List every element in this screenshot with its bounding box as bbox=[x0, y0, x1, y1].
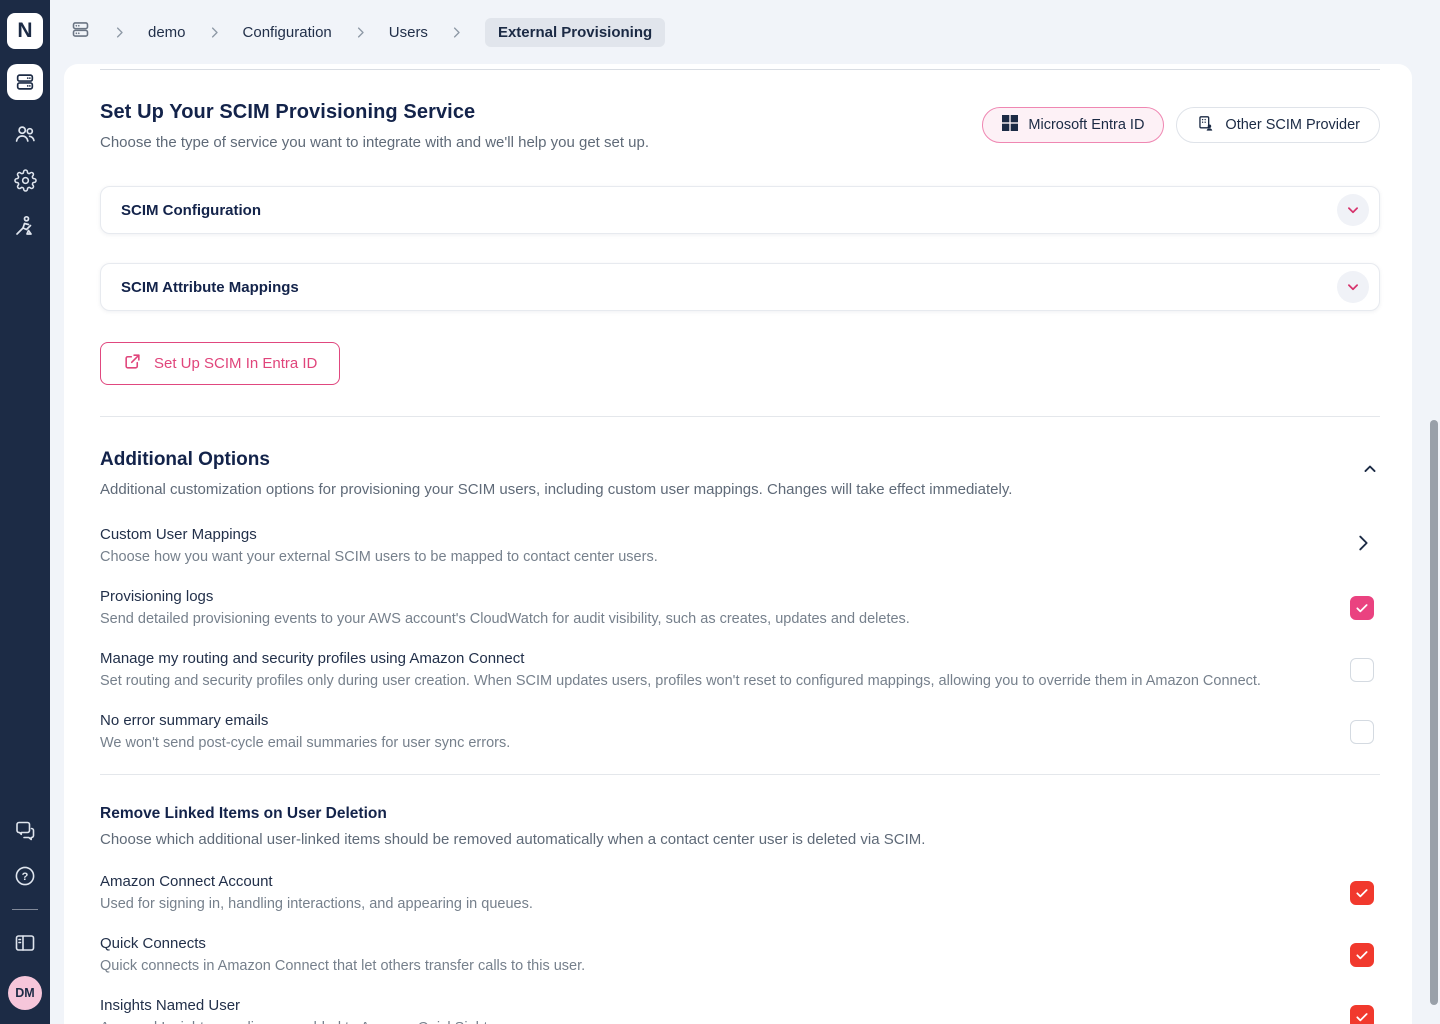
amazon-connect-account-checkbox[interactable] bbox=[1350, 881, 1374, 905]
building-user-icon bbox=[1196, 114, 1215, 137]
option-row-custom-user-mappings[interactable]: Custom User Mappings Choose how you want… bbox=[100, 526, 1380, 565]
provisioning-logs-checkbox[interactable] bbox=[1350, 596, 1374, 620]
option-row-amazon-connect-account: Amazon Connect Account Used for signing … bbox=[100, 873, 1380, 912]
accordion-scim-configuration[interactable]: SCIM Configuration bbox=[100, 186, 1380, 234]
help-icon: ? bbox=[13, 864, 37, 888]
setup-scim-entra-button[interactable]: Set Up SCIM In Entra ID bbox=[100, 342, 340, 385]
section-divider bbox=[100, 774, 1380, 775]
breadcrumb-current-external-provisioning[interactable]: External Provisioning bbox=[485, 18, 665, 47]
option-row-text: Provisioning logs Send detailed provisio… bbox=[100, 588, 910, 627]
top-section-divider bbox=[100, 69, 1380, 70]
breadcrumb-item-demo[interactable]: demo bbox=[148, 24, 186, 41]
chat-icon bbox=[13, 819, 37, 843]
users-icon bbox=[13, 122, 37, 146]
breadcrumb-item-users[interactable]: Users bbox=[389, 24, 428, 41]
provider-toggle-group: Microsoft Entra ID Other SCIM Provider bbox=[982, 107, 1380, 151]
sidebar-item-workflows[interactable] bbox=[13, 214, 37, 238]
chevron-up-icon[interactable] bbox=[1360, 459, 1380, 484]
option-row-text: Custom User Mappings Choose how you want… bbox=[100, 526, 658, 565]
option-row-text: Amazon Connect Account Used for signing … bbox=[100, 873, 533, 912]
setup-scim-entra-label: Set Up SCIM In Entra ID bbox=[154, 355, 317, 372]
panel-layout-icon bbox=[13, 931, 37, 955]
app-logo-letter: N bbox=[17, 19, 32, 43]
external-link-icon bbox=[123, 352, 142, 375]
user-avatar[interactable]: DM bbox=[8, 976, 42, 1010]
additional-options-header: Additional Options Additional customizat… bbox=[100, 449, 1012, 498]
additional-options-title: Additional Options bbox=[100, 449, 1012, 471]
gear-icon bbox=[14, 169, 37, 192]
provider-other-scim-button[interactable]: Other SCIM Provider bbox=[1176, 107, 1380, 143]
provider-label: Other SCIM Provider bbox=[1225, 117, 1360, 133]
option-row-text: Manage my routing and security profiles … bbox=[100, 650, 1261, 689]
option-row-provisioning-logs: Provisioning logs Send detailed provisio… bbox=[100, 588, 1380, 627]
option-title: Amazon Connect Account bbox=[100, 873, 533, 890]
sidebar-item-help[interactable]: ? bbox=[13, 864, 37, 888]
additional-options-subtitle: Additional customization options for pro… bbox=[100, 481, 1012, 498]
breadcrumb: demo Configuration Users External Provis… bbox=[50, 0, 1440, 64]
option-row-text: Insights Named User A named Insights use… bbox=[100, 997, 492, 1024]
main-panel: Set Up Your SCIM Provisioning Service Ch… bbox=[64, 64, 1412, 1024]
option-row-text: No error summary emails We won't send po… bbox=[100, 712, 510, 751]
microsoft-logo-icon bbox=[1002, 115, 1018, 135]
accordion-scim-attribute-mappings[interactable]: SCIM Attribute Mappings bbox=[100, 263, 1380, 311]
sidebar-divider bbox=[12, 909, 38, 910]
option-row-insights-named-user: Insights Named User A named Insights use… bbox=[100, 997, 1380, 1024]
option-row-quick-connects: Quick Connects Quick connects in Amazon … bbox=[100, 935, 1380, 974]
chevron-right-icon bbox=[449, 25, 464, 40]
option-row-no-error-summary: No error summary emails We won't send po… bbox=[100, 712, 1380, 751]
provider-label: Microsoft Entra ID bbox=[1028, 117, 1144, 133]
option-description: Quick connects in Amazon Connect that le… bbox=[100, 958, 585, 974]
servers-icon bbox=[14, 71, 36, 93]
option-description: Choose how you want your external SCIM u… bbox=[100, 549, 658, 565]
quick-connects-checkbox[interactable] bbox=[1350, 943, 1374, 967]
option-title: No error summary emails bbox=[100, 712, 510, 729]
avatar-initials: DM bbox=[15, 986, 34, 1000]
provider-microsoft-entra-id-button[interactable]: Microsoft Entra ID bbox=[982, 107, 1164, 143]
option-description: We won't send post-cycle email summaries… bbox=[100, 735, 510, 751]
chevron-down-icon[interactable] bbox=[1337, 194, 1369, 226]
no-error-summary-checkbox[interactable] bbox=[1350, 720, 1374, 744]
app-logo[interactable]: N bbox=[7, 13, 43, 49]
remove-linked-subtitle: Choose which additional user-linked item… bbox=[100, 831, 1380, 848]
sidebar-item-settings[interactable] bbox=[13, 168, 37, 192]
manage-profiles-checkbox[interactable] bbox=[1350, 658, 1374, 682]
chevron-right-icon bbox=[112, 25, 127, 40]
workflow-person-icon bbox=[13, 214, 37, 238]
page-title: Set Up Your SCIM Provisioning Service bbox=[100, 101, 649, 124]
section-divider bbox=[100, 416, 1380, 417]
option-description: A named Insights user license, added to … bbox=[100, 1020, 492, 1024]
option-row-manage-profiles: Manage my routing and security profiles … bbox=[100, 650, 1380, 689]
svg-text:?: ? bbox=[22, 871, 29, 883]
remove-linked-title: Remove Linked Items on User Deletion bbox=[100, 805, 1380, 823]
chevron-right-icon bbox=[353, 25, 368, 40]
chevron-right-icon[interactable] bbox=[1352, 532, 1374, 559]
sidebar-bottom-group: ? DM bbox=[8, 819, 42, 1024]
option-description: Used for signing in, handling interactio… bbox=[100, 896, 533, 912]
insights-named-user-checkbox[interactable] bbox=[1350, 1005, 1374, 1024]
option-title: Manage my routing and security profiles … bbox=[100, 650, 1261, 667]
chevron-right-icon bbox=[207, 25, 222, 40]
chevron-down-icon[interactable] bbox=[1337, 271, 1369, 303]
accordion-label: SCIM Attribute Mappings bbox=[121, 279, 299, 296]
option-title: Insights Named User bbox=[100, 997, 492, 1014]
sidebar-item-chat[interactable] bbox=[13, 819, 37, 843]
option-title: Provisioning logs bbox=[100, 588, 910, 605]
scim-setup-header: Set Up Your SCIM Provisioning Service Ch… bbox=[100, 101, 649, 151]
option-title: Quick Connects bbox=[100, 935, 585, 952]
page-subtitle: Choose the type of service you want to i… bbox=[100, 134, 649, 151]
sidebar-item-servers-active[interactable] bbox=[7, 64, 43, 100]
option-row-text: Quick Connects Quick connects in Amazon … bbox=[100, 935, 585, 974]
breadcrumb-item-configuration[interactable]: Configuration bbox=[243, 24, 332, 41]
option-title: Custom User Mappings bbox=[100, 526, 658, 543]
sidebar: N bbox=[0, 0, 50, 1024]
sidebar-item-collapse-panel[interactable] bbox=[13, 931, 37, 955]
sidebar-item-users[interactable] bbox=[13, 122, 37, 146]
breadcrumb-servers-icon[interactable] bbox=[70, 19, 91, 45]
accordion-label: SCIM Configuration bbox=[121, 202, 261, 219]
option-description: Send detailed provisioning events to you… bbox=[100, 611, 910, 627]
option-description: Set routing and security profiles only d… bbox=[100, 673, 1261, 689]
vertical-scrollbar-thumb[interactable] bbox=[1430, 420, 1438, 1005]
